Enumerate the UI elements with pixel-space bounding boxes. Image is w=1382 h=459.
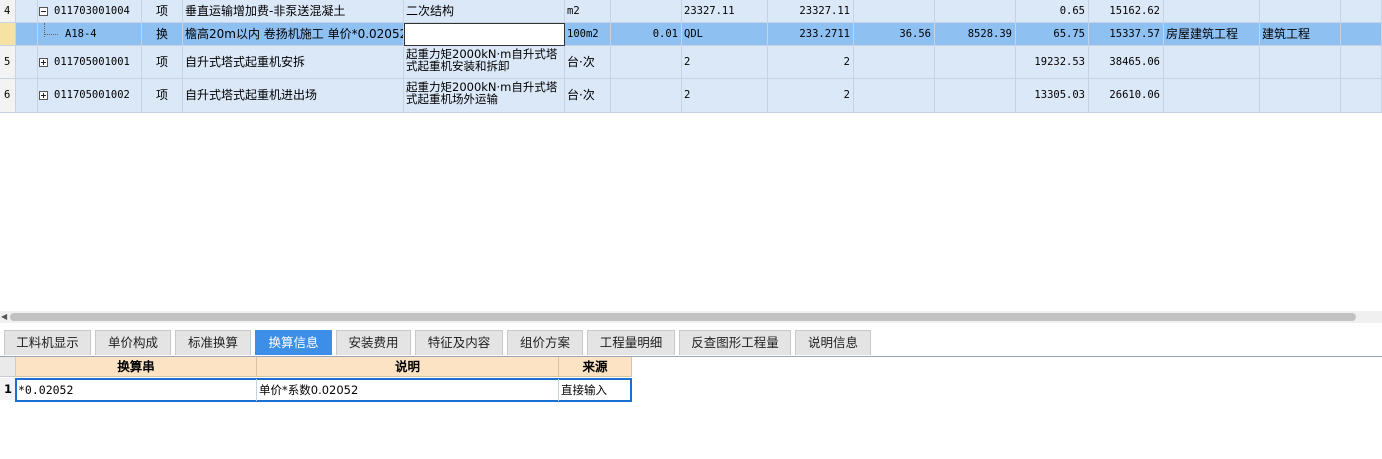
tab-labor-material-machine[interactable]: 工料机显示 bbox=[4, 330, 91, 355]
tree-line bbox=[44, 34, 58, 36]
tab-standard-conversion[interactable]: 标准换算 bbox=[175, 330, 251, 355]
category-cell: 房屋建筑工程 bbox=[1164, 23, 1260, 46]
cell-10 bbox=[854, 46, 935, 79]
tab-reverse-graphic-quantity[interactable]: 反查图形工程量 bbox=[679, 330, 791, 355]
feature-cell: 起重力矩2000kN·m自升式塔式起重机安装和拆卸 bbox=[404, 46, 565, 79]
quantity-value-cell: 233.2711 bbox=[768, 23, 854, 46]
tab-pricing-plan[interactable]: 组价方案 bbox=[507, 330, 583, 355]
formula-cell: 2 bbox=[682, 46, 768, 79]
description-cell: 单价*系数0.02052 bbox=[257, 379, 559, 401]
cell-11 bbox=[935, 79, 1016, 113]
quantity-value-cell: 23327.11 bbox=[768, 0, 854, 23]
tab-quantity-details[interactable]: 工程量明细 bbox=[587, 330, 675, 355]
table-row[interactable]: 1 *0.02052 单价*系数0.02052 直接输入 bbox=[0, 378, 632, 402]
total-price-cell: 15337.57 bbox=[1089, 23, 1164, 46]
unit-cell: 台·次 bbox=[565, 46, 611, 79]
tab-description-info[interactable]: 说明信息 bbox=[795, 330, 871, 355]
quantity-cell bbox=[611, 46, 682, 79]
tab-installation-cost[interactable]: 安装费用 bbox=[336, 330, 411, 355]
tab-features-content[interactable]: 特征及内容 bbox=[415, 330, 503, 355]
code-cell: 011705001001 bbox=[54, 56, 130, 68]
bottom-tab-bar: 工料机显示 单价构成 标准换算 换算信息 安装费用 特征及内容 组价方案 工程量… bbox=[0, 325, 1382, 357]
unit-price-cell: 0.65 bbox=[1016, 0, 1089, 23]
name-cell: 自升式塔式起重机进出场 bbox=[183, 79, 404, 113]
total-price-cell: 38465.06 bbox=[1089, 46, 1164, 79]
unit-cell: 100m2 bbox=[565, 23, 611, 46]
unit-price-cell: 65.75 bbox=[1016, 23, 1089, 46]
expand-icon[interactable] bbox=[39, 58, 48, 67]
quantity-cell: 0.01 bbox=[611, 23, 682, 46]
formula-cell: QDL bbox=[682, 23, 768, 46]
total-price-cell: 26610.06 bbox=[1089, 79, 1164, 113]
feature-cell: 二次结构 bbox=[404, 0, 565, 23]
name-cell: 垂直运输增加费-非泵送混凝土 bbox=[183, 0, 404, 23]
table-row[interactable]: 5 011705001001 项 自升式塔式起重机安拆 起重力矩2000kN·m… bbox=[0, 46, 1382, 79]
collapse-icon[interactable] bbox=[39, 7, 48, 16]
category-cell bbox=[1164, 0, 1260, 23]
type-cell: 项 bbox=[142, 79, 183, 113]
type-cell: 换 bbox=[142, 23, 183, 46]
row-number: 1 bbox=[0, 378, 16, 400]
source-cell: 直接输入 bbox=[561, 383, 607, 397]
code-cell: 011705001002 bbox=[54, 89, 130, 101]
quantity-cell bbox=[611, 79, 682, 113]
formula-cell: 23327.11 bbox=[682, 0, 768, 23]
cell-10 bbox=[854, 79, 935, 113]
column-header-description: 说明 bbox=[257, 357, 559, 377]
column-header-expression: 换算串 bbox=[16, 357, 257, 377]
category-cell bbox=[1164, 79, 1260, 113]
tab-conversion-info[interactable]: 换算信息 bbox=[255, 330, 332, 355]
expression-cell[interactable]: *0.02052 bbox=[16, 379, 257, 401]
scroll-left-icon[interactable]: ◀ bbox=[1, 313, 7, 321]
expand-icon[interactable] bbox=[39, 91, 48, 100]
horizontal-scrollbar[interactable]: ◀ bbox=[0, 311, 1382, 323]
type-cell: 项 bbox=[142, 46, 183, 79]
discipline-cell bbox=[1260, 46, 1341, 79]
type-cell: 项 bbox=[142, 0, 183, 23]
cell-11 bbox=[935, 46, 1016, 79]
unit-price-cell: 13305.03 bbox=[1016, 79, 1089, 113]
total-price-cell: 15162.62 bbox=[1089, 0, 1164, 23]
discipline-cell bbox=[1260, 0, 1341, 23]
discipline-cell bbox=[1260, 79, 1341, 113]
row-number bbox=[0, 23, 16, 46]
cell-10 bbox=[854, 0, 935, 23]
unit-price-cell: 19232.53 bbox=[1016, 46, 1089, 79]
feature-cell: 起重力矩2000kN·m自升式塔式起重机场外运输 bbox=[404, 79, 565, 113]
cell-10: 36.56 bbox=[854, 23, 935, 46]
code-cell: A18-4 bbox=[65, 28, 97, 40]
category-cell bbox=[1164, 46, 1260, 79]
cell-11: 8528.39 bbox=[935, 23, 1016, 46]
quantity-value-cell: 2 bbox=[768, 46, 854, 79]
column-header-source: 来源 bbox=[559, 357, 632, 377]
unit-cell: m2 bbox=[565, 0, 611, 23]
cell-11 bbox=[935, 0, 1016, 23]
feature-input[interactable] bbox=[404, 23, 565, 46]
quantity-cell bbox=[611, 0, 682, 23]
scrollbar-thumb[interactable] bbox=[10, 313, 1356, 321]
code-cell: 011703001004 bbox=[54, 5, 130, 17]
table-row[interactable]: 6 011705001002 项 自升式塔式起重机进出场 起重力矩2000kN·… bbox=[0, 79, 1382, 113]
row-number: 6 bbox=[0, 79, 16, 113]
quantity-value-cell: 2 bbox=[768, 79, 854, 113]
table-row-selected[interactable]: A18-4 换 檐高20m以内 卷扬机施工 单价*0.02052 100m2 0… bbox=[0, 23, 1382, 46]
name-cell: 自升式塔式起重机安拆 bbox=[183, 46, 404, 79]
unit-cell: 台·次 bbox=[565, 79, 611, 113]
tab-unit-price-composition[interactable]: 单价构成 bbox=[95, 330, 171, 355]
table-row[interactable]: 4 011703001004 项 垂直运输增加费-非泵送混凝土 二次结构 m2 … bbox=[0, 0, 1382, 23]
row-number: 5 bbox=[0, 46, 16, 79]
discipline-cell: 建筑工程 bbox=[1260, 23, 1341, 46]
formula-cell: 2 bbox=[682, 79, 768, 113]
row-number: 4 bbox=[0, 0, 16, 23]
name-cell: 檐高20m以内 卷扬机施工 单价*0.02052 bbox=[183, 23, 404, 46]
